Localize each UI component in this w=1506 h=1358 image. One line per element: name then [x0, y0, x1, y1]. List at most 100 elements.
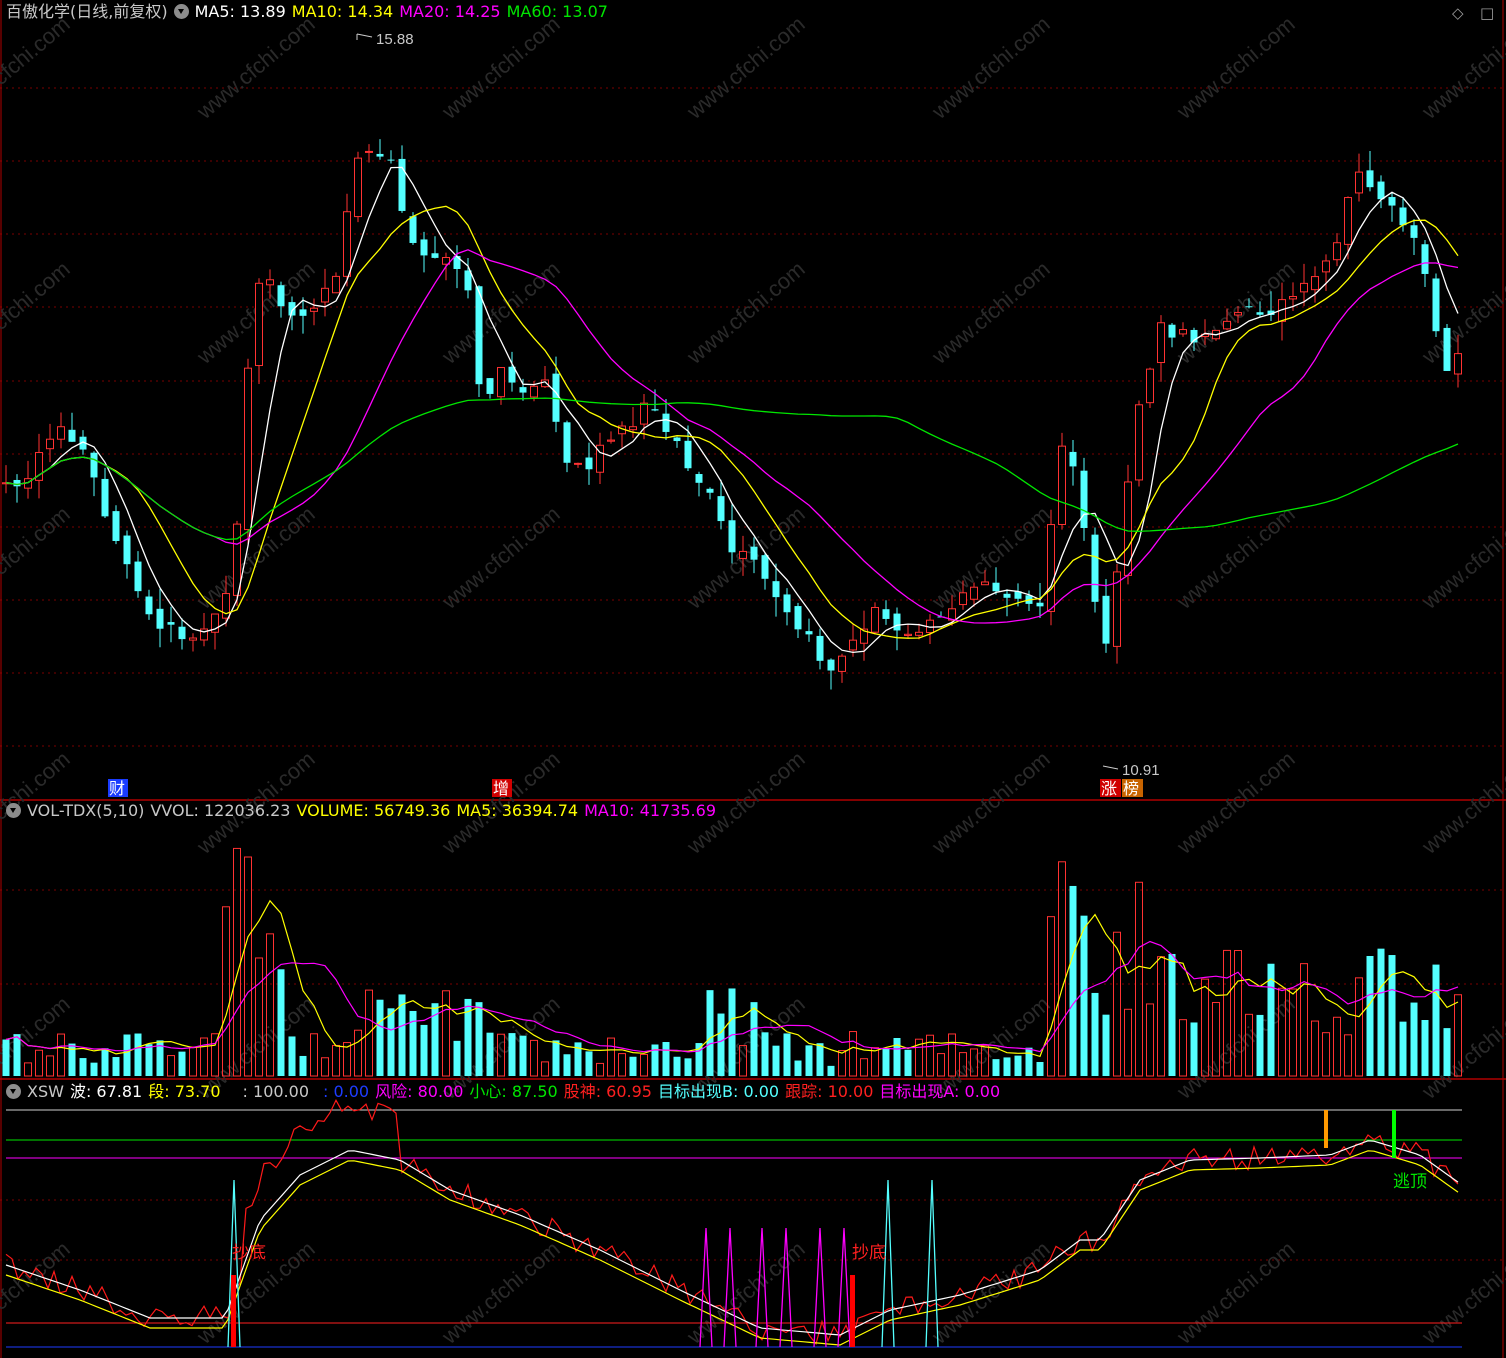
volume-bar: [849, 1031, 857, 1077]
volume-bar: [640, 1053, 648, 1077]
candle-body: [244, 367, 252, 531]
mubiao-a-label: 目标出现A: 0.00: [879, 1082, 1001, 1101]
xsw-name: XSW: [27, 1082, 64, 1101]
volume-bar: [816, 1043, 824, 1076]
watermark-text: www.cfchi.com: [1171, 746, 1299, 859]
candle-body: [1003, 593, 1011, 598]
volume-bar: [112, 1057, 120, 1076]
square-icon[interactable]: □: [1480, 4, 1494, 22]
candle-body: [156, 608, 164, 629]
candle-body: [1102, 595, 1110, 644]
candle-body: [519, 387, 527, 393]
candle-body: [266, 279, 274, 286]
diamond-icon[interactable]: ◇: [1452, 4, 1464, 22]
grid-lines: [0, 0, 1506, 1358]
volume-bar: [1003, 1057, 1011, 1076]
candle-body: [717, 496, 725, 522]
v0-label: : 0.00: [323, 1082, 370, 1101]
low-price-label: 10.91: [1122, 762, 1160, 779]
signal-spike: [881, 1179, 895, 1348]
volume-bar: [1036, 1061, 1044, 1076]
taoding-label: 逃顶: [1393, 1172, 1427, 1192]
volume-bar: [1443, 1028, 1451, 1076]
candlesticks: [2, 139, 1462, 690]
dropdown-icon[interactable]: [6, 1084, 21, 1099]
volume-bar: [1014, 1055, 1022, 1076]
candle-body: [1322, 260, 1330, 273]
candle-body: [805, 631, 813, 635]
volume-bar: [618, 1053, 626, 1077]
watermark-text: www.cfchi.com: [1416, 501, 1506, 614]
watermark-text: www.cfchi.com: [436, 501, 564, 614]
volume-bar: [508, 1033, 516, 1076]
watermark-text: www.cfchi.com: [0, 256, 75, 369]
candle-body: [497, 367, 505, 398]
candle-body: [46, 438, 54, 450]
dropdown-icon[interactable]: [6, 803, 21, 818]
watermark-text: www.cfchi.com: [1171, 1236, 1299, 1349]
watermark-text: www.cfchi.com: [926, 746, 1054, 859]
stock-chart[interactable]: www.cfchi.com www.cfchi.com www.cfchi.com w…: [0, 0, 1506, 1358]
volume-bar: [442, 990, 450, 1077]
volume-bar: [178, 1051, 186, 1076]
candle-body: [431, 253, 439, 258]
marker-zhang: 涨: [1101, 779, 1117, 798]
volume-bar: [695, 1043, 703, 1076]
watermark-text: www.cfchi.com: [0, 11, 75, 124]
vvol-label: VVOL: 122036.23: [150, 801, 291, 820]
candle-body: [794, 606, 802, 630]
volume-bar: [662, 1042, 670, 1076]
candle-body: [1036, 602, 1044, 607]
volume-bar: [673, 1056, 681, 1076]
candle-body: [189, 637, 197, 641]
candle-body: [57, 426, 65, 440]
watermark-text: www.cfchi.com: [436, 11, 564, 124]
volume-bar: [1190, 1022, 1198, 1076]
candle-body: [387, 159, 395, 161]
candle-body: [684, 440, 692, 469]
volume-bar: [1168, 953, 1176, 1076]
volume-bar: [24, 1062, 32, 1077]
volume-bar: [794, 1060, 802, 1076]
volume-bar: [376, 999, 384, 1076]
volume-bar: [893, 1037, 901, 1076]
volume-bar: [750, 1002, 758, 1076]
candle-body: [827, 659, 835, 671]
volume-bar: [1322, 1032, 1330, 1077]
volume-bar: [233, 847, 241, 1077]
volume-bar: [200, 1037, 208, 1077]
candle-body: [1091, 534, 1099, 602]
watermark-text: www.cfchi.com: [436, 256, 564, 369]
watermark-text: www.cfchi.com: [926, 256, 1054, 369]
warning-bar: [1324, 1110, 1328, 1148]
candle-body: [893, 613, 901, 631]
volume-bar: [1333, 1016, 1341, 1077]
volume-bar: [596, 1062, 604, 1077]
fengxian-label: 风险: 80.00: [375, 1082, 464, 1101]
candle-body: [90, 452, 98, 478]
candle-body: [1311, 276, 1319, 291]
volume-bar: [1179, 1019, 1187, 1077]
candle-body: [277, 285, 285, 307]
volume-bar: [992, 1059, 1000, 1076]
candle-body: [1432, 278, 1440, 332]
volume-bar: [827, 1065, 835, 1076]
candle-body: [761, 555, 769, 579]
dropdown-icon[interactable]: [173, 4, 189, 19]
candle-body: [1443, 327, 1451, 371]
volume-bar: [123, 1034, 131, 1076]
candle-body: [992, 582, 1000, 592]
watermark-text: www.cfchi.com: [926, 1236, 1054, 1349]
volume-bar: [585, 1051, 593, 1076]
marker-bang: 榜: [1123, 779, 1139, 798]
candle-body: [1135, 404, 1143, 481]
volume-bar: [189, 1046, 197, 1077]
ma10-label: MA10: 14.34: [291, 2, 394, 21]
candle-body: [1344, 197, 1352, 245]
volume-bar: [332, 1044, 340, 1077]
watermark-text: www.cfchi.com: [191, 11, 319, 124]
candle-body: [673, 437, 681, 442]
volume-bar: [1091, 992, 1099, 1076]
candle-body: [574, 462, 582, 465]
candle-body: [1179, 329, 1187, 335]
